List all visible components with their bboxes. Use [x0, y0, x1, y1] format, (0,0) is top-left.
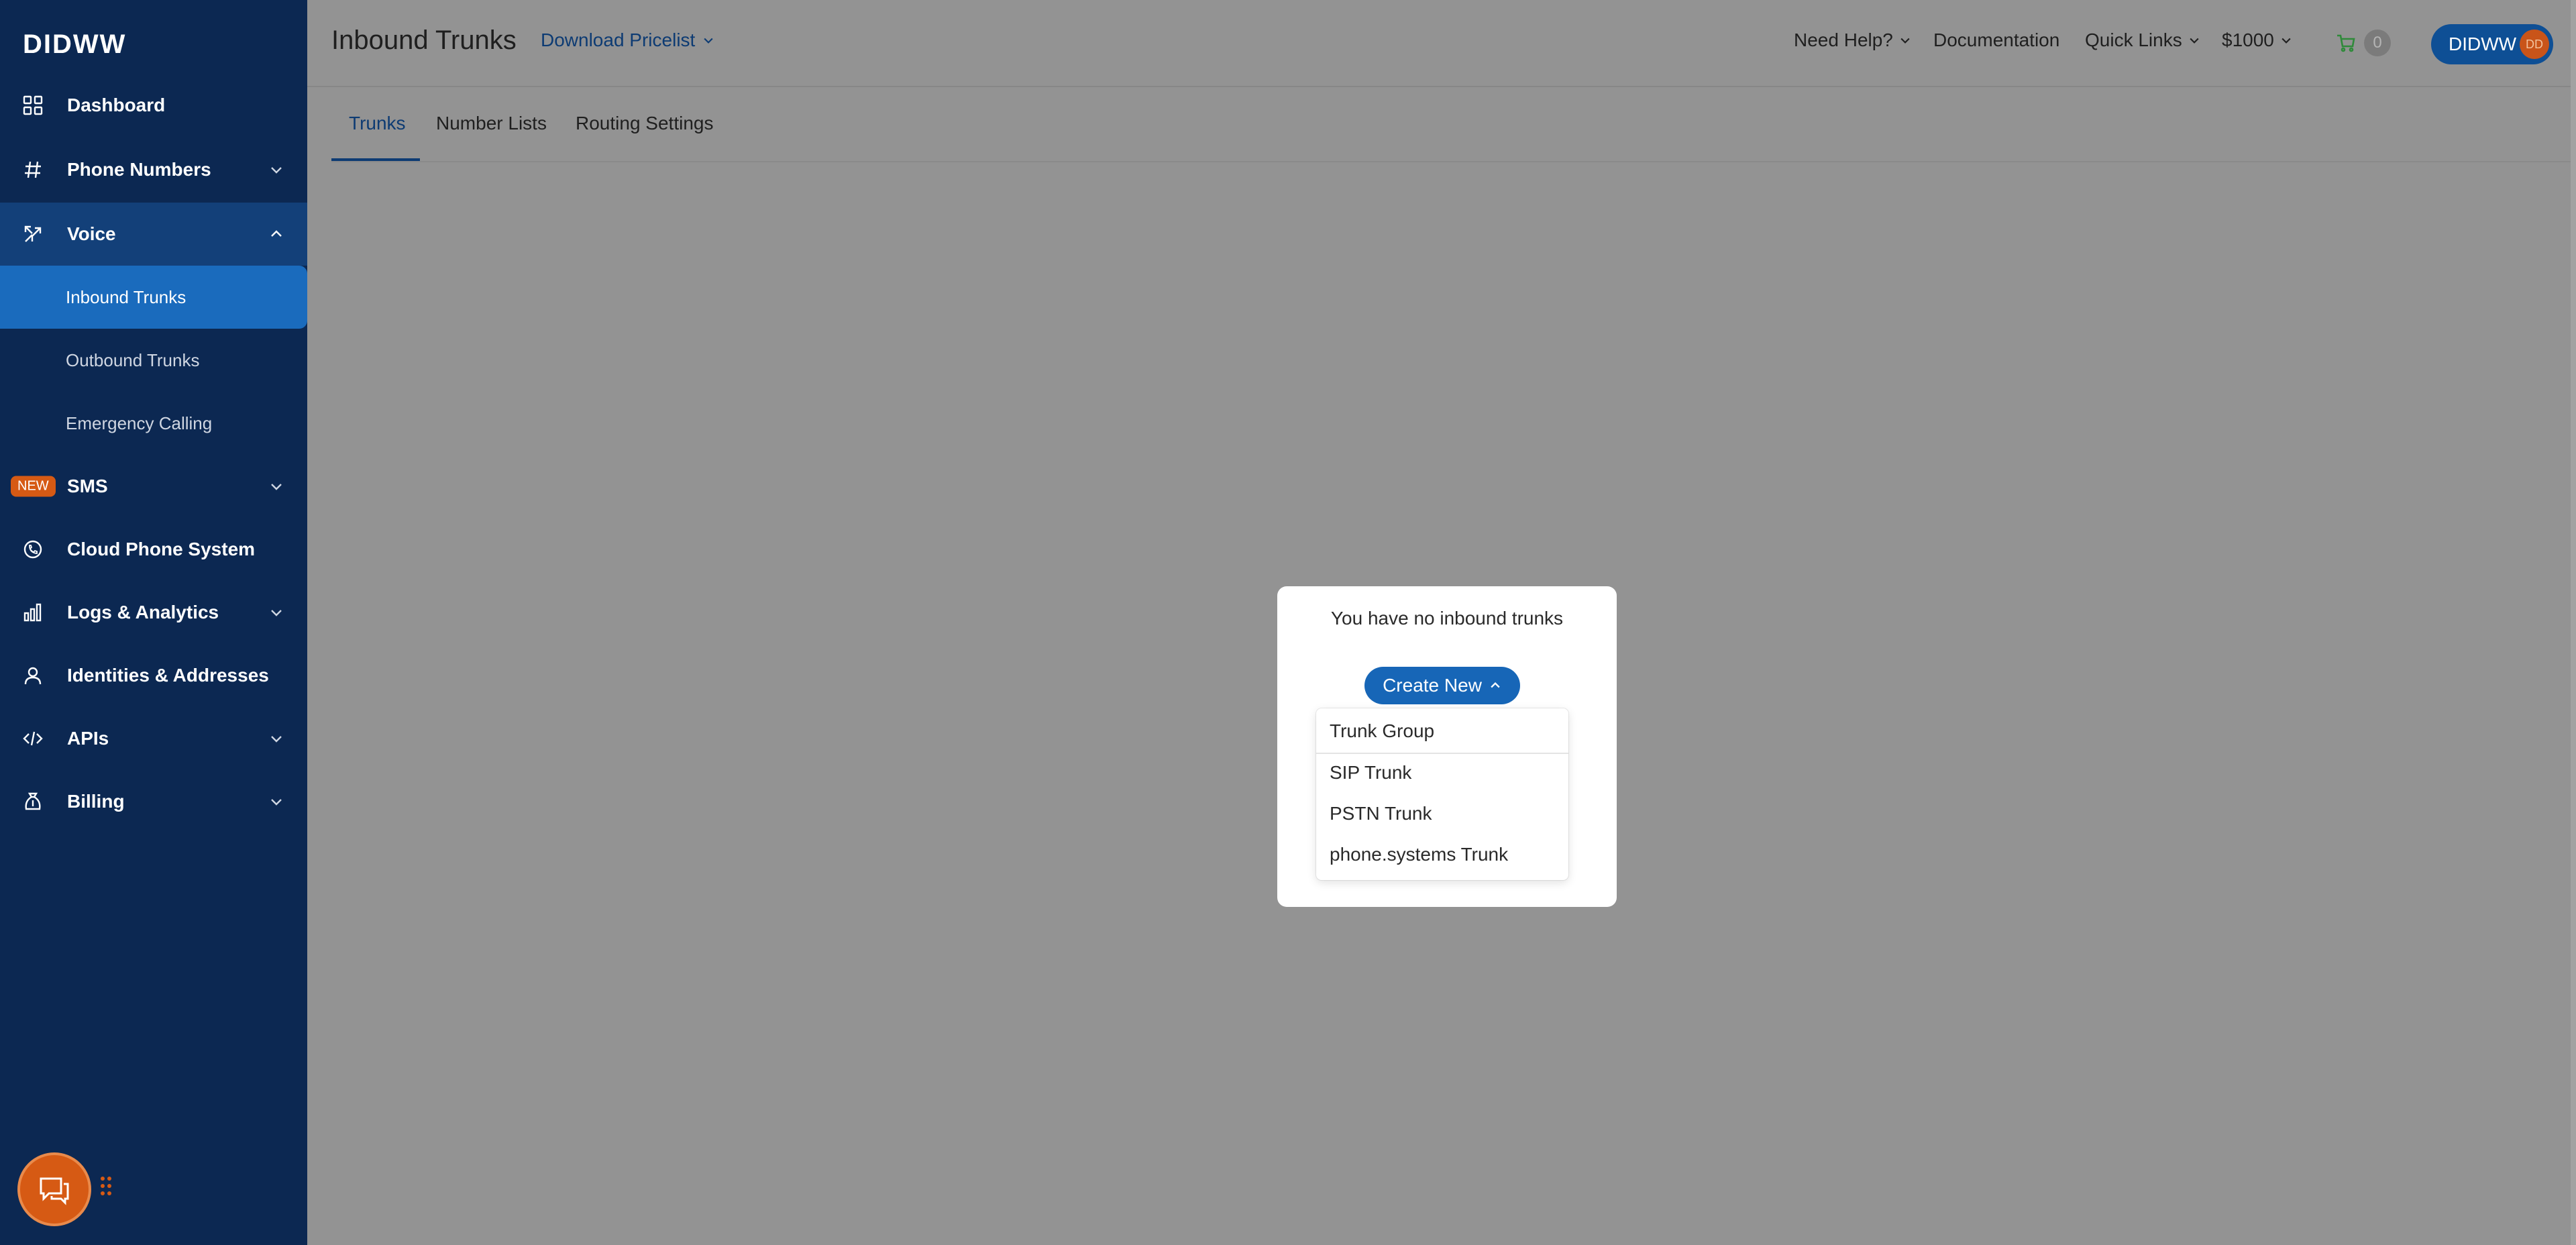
- chevron-up-icon[interactable]: [268, 226, 284, 242]
- chat-icon: [40, 1177, 69, 1205]
- chat-widget-button[interactable]: [17, 1152, 91, 1226]
- chevron-up-icon: [1491, 682, 1500, 688]
- drag-handle-icon[interactable]: [99, 1175, 113, 1202]
- chevron-down-icon: [1900, 38, 1910, 44]
- sidebar-item-dashboard[interactable]: Dashboard: [0, 74, 307, 137]
- sidebar-item-label: Voice: [67, 223, 116, 244]
- money-bag-icon: [21, 790, 44, 813]
- hash-icon: [21, 158, 44, 181]
- sidebar-item-sms[interactable]: NEW SMS: [0, 455, 307, 518]
- sidebar-item-apis[interactable]: APIs: [0, 707, 307, 770]
- cart-button[interactable]: 0: [2336, 30, 2391, 56]
- quick-links-label: Quick Links: [2085, 30, 2182, 50]
- create-new-label: Create New: [1383, 675, 1482, 696]
- window-edge: [2571, 0, 2576, 1245]
- sidebar-item-emergency-calling[interactable]: Emergency Calling: [0, 392, 307, 455]
- empty-state-card: You have no inbound trunks Create New Tr…: [1277, 586, 1617, 907]
- new-badge: NEW: [11, 476, 56, 497]
- menu-item-trunk-group[interactable]: Trunk Group: [1330, 720, 1434, 742]
- sidebar-item-logs-analytics[interactable]: Logs & Analytics: [0, 581, 307, 644]
- page-title: Inbound Trunks: [331, 25, 517, 55]
- documentation-label: Documentation: [1933, 30, 2060, 50]
- tabs-divider: [331, 161, 2576, 162]
- menu-item-pstn-trunk[interactable]: PSTN Trunk: [1330, 803, 1432, 824]
- header-divider: [307, 86, 2576, 87]
- sidebar-item-label: Logs & Analytics: [67, 602, 219, 622]
- tab-routing-settings[interactable]: Routing Settings: [576, 113, 713, 134]
- chevron-down-icon[interactable]: [268, 794, 284, 810]
- sidebar-item-label: Dashboard: [67, 95, 166, 115]
- quick-links-dropdown[interactable]: Quick Links: [2085, 30, 2201, 51]
- tab-trunks[interactable]: Trunks: [349, 113, 406, 134]
- menu-item-sip-trunk[interactable]: SIP Trunk: [1330, 762, 1411, 783]
- balance-label: $1000: [2222, 30, 2274, 50]
- account-label: DIDWW: [2449, 34, 2517, 54]
- need-help-dropdown[interactable]: Need Help?: [1794, 30, 1912, 51]
- sidebar-item-label: Phone Numbers: [67, 159, 211, 180]
- code-icon: [21, 727, 44, 750]
- chevron-down-icon[interactable]: [268, 730, 284, 747]
- empty-state-message: You have no inbound trunks: [1330, 608, 1564, 629]
- sidebar-item-billing[interactable]: Billing: [0, 770, 307, 833]
- menu-item-phone-systems-trunk[interactable]: phone.systems Trunk: [1330, 844, 1508, 865]
- sidebar-item-identities-addresses[interactable]: Identities & Addresses: [0, 644, 307, 707]
- chevron-down-icon: [2190, 38, 2199, 44]
- documentation-link[interactable]: Documentation: [1933, 30, 2059, 51]
- chevron-down-icon: [704, 38, 713, 44]
- sidebar-item-label: Billing: [67, 791, 125, 812]
- sidebar-item-phone-numbers[interactable]: Phone Numbers: [0, 138, 307, 201]
- menu-divider: [1316, 753, 1568, 754]
- dashboard-grid-icon: [21, 94, 44, 117]
- chevron-down-icon[interactable]: [268, 162, 284, 178]
- user-icon: [21, 664, 44, 687]
- phone-circle-icon: [21, 538, 44, 561]
- avatar: DD: [2520, 30, 2549, 59]
- chevron-down-icon[interactable]: [268, 478, 284, 494]
- tab-number-lists[interactable]: Number Lists: [436, 113, 547, 134]
- create-new-dropdown-menu: Trunk Group SIP Trunk PSTN Trunk phone.s…: [1316, 708, 1568, 880]
- sidebar-item-outbound-trunks[interactable]: Outbound Trunks: [0, 329, 307, 392]
- voice-routing-icon: [21, 223, 44, 246]
- sidebar-item-label: APIs: [67, 728, 109, 749]
- sidebar-item-label: Cloud Phone System: [67, 539, 256, 559]
- download-pricelist-label: Download Pricelist: [541, 30, 696, 50]
- didww-logo[interactable]: DIDWW: [23, 30, 126, 60]
- cart-icon: [2337, 34, 2355, 52]
- account-menu-button[interactable]: DIDWW DD: [2431, 24, 2553, 64]
- sidebar-item-cloud-phone-system[interactable]: Cloud Phone System: [0, 518, 307, 581]
- sidebar: DIDWW Dashboard Phone Numbers Voice Inbo…: [0, 0, 307, 1245]
- balance-dropdown[interactable]: $1000: [2222, 30, 2293, 51]
- sidebar-item-label: Emergency Calling: [66, 413, 213, 433]
- sidebar-item-label: SMS: [67, 476, 108, 496]
- need-help-label: Need Help?: [1794, 30, 1893, 50]
- sidebar-item-voice[interactable]: Voice: [0, 203, 307, 266]
- bar-chart-icon: [21, 601, 44, 624]
- sidebar-item-label: Inbound Trunks: [66, 286, 186, 307]
- sidebar-item-label: Identities & Addresses: [67, 665, 269, 686]
- cart-count-badge: 0: [2364, 30, 2391, 56]
- download-pricelist-dropdown[interactable]: Download Pricelist: [541, 30, 715, 51]
- sidebar-item-inbound-trunks[interactable]: Inbound Trunks: [0, 266, 307, 329]
- chevron-down-icon[interactable]: [268, 604, 284, 620]
- chevron-down-icon: [2282, 38, 2291, 44]
- sidebar-item-label: Outbound Trunks: [66, 349, 200, 370]
- create-new-button[interactable]: Create New: [1364, 667, 1520, 704]
